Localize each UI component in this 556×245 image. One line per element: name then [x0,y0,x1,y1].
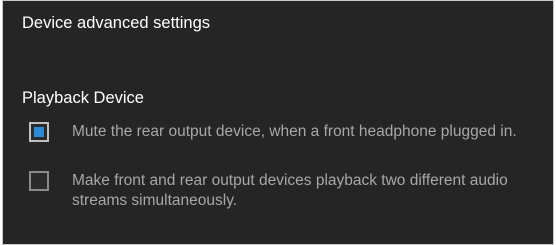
independent-streams-option[interactable]: Make front and rear output devices playb… [29,171,549,211]
panel-title: Device advanced settings [22,14,211,32]
independent-streams-label: Make front and rear output devices playb… [72,172,508,209]
independent-streams-checkbox[interactable] [29,171,49,191]
device-advanced-settings-panel: Device advanced settings Playback Device… [2,0,554,245]
playback-device-heading: Playback Device [22,89,144,107]
checkbox-checked-indicator [34,127,44,137]
mute-rear-output-checkbox[interactable] [29,122,49,142]
mute-rear-output-label: Mute the rear output device, when a fron… [72,123,517,140]
mute-rear-output-option[interactable]: Mute the rear output device, when a fron… [29,122,549,142]
